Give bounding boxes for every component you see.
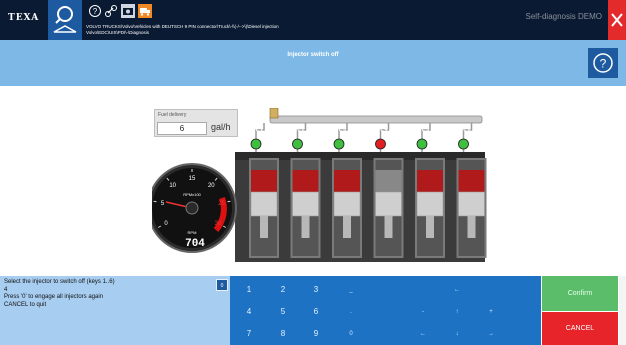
piston: [458, 191, 485, 217]
combustion-chamber: [251, 170, 277, 192]
close-icon: [611, 13, 623, 27]
fuel-delivery-value: 6: [157, 122, 207, 135]
help-button-large[interactable]: ?: [588, 48, 618, 78]
fuel-delivery-panel: Fuel delivery 6 gal/h: [154, 109, 238, 137]
injector-status-led: [458, 138, 469, 150]
piston: [250, 191, 278, 217]
connecting-rod: [426, 216, 434, 238]
link-button[interactable]: [104, 4, 118, 18]
keypad-key[interactable]: 7: [234, 326, 264, 342]
cylinder-label: CYL 4: [373, 127, 388, 133]
cylinder-label: CYL 1: [248, 127, 264, 133]
home-icon: [53, 6, 77, 33]
keypad-key[interactable]: ←: [408, 326, 438, 342]
piston: [416, 191, 444, 217]
keypad-key[interactable]: 5: [268, 304, 298, 320]
keypad-key[interactable]: 2: [268, 282, 298, 298]
gauge-unit-label: RPMx100: [183, 192, 201, 197]
gauge-tick-label: 10: [169, 183, 176, 189]
combustion-chamber: [458, 170, 485, 192]
top-bar: TEXA ? VOLVO TRUCKS\Volvo\Vehicles with …: [0, 0, 626, 40]
connecting-rod: [467, 216, 476, 238]
input-badge: 0: [216, 279, 228, 291]
link-icon: [105, 5, 117, 17]
piston: [333, 191, 361, 217]
fuel-delivery-label: Fuel delivery: [158, 112, 187, 118]
gauge-tick: [153, 200, 157, 203]
keypad-key[interactable]: 0: [336, 326, 366, 342]
breadcrumb: VOLVO TRUCKS\Volvo\Vehicles with DEUTSCH…: [86, 24, 506, 38]
fuel-inlet: [269, 108, 279, 119]
message-line-2: 4: [4, 286, 8, 293]
camera-button[interactable]: [121, 4, 135, 18]
keypad: 1 2 3 _ ← 4 5 6. - ↑ +7 8 9 0 ← ↓ →: [230, 276, 541, 345]
help-circle-icon: ?: [593, 53, 613, 73]
keypad-key[interactable]: _: [336, 282, 366, 298]
combustion-chamber: [292, 170, 319, 192]
keypad-key[interactable]: 1: [234, 282, 264, 298]
connecting-rod: [384, 216, 393, 238]
keypad-key[interactable]: 8: [268, 326, 298, 342]
cancel-button[interactable]: CANCEL: [542, 312, 618, 345]
combustion-chamber: [334, 170, 360, 192]
cylinder-label: CYL 6: [456, 127, 471, 133]
message-line-4: CANCEL to quit: [4, 301, 47, 308]
cylinder-label: CYL 5: [414, 127, 430, 133]
keypad-key[interactable]: →: [476, 326, 506, 342]
piston: [292, 191, 319, 217]
connecting-rod: [260, 216, 268, 238]
truck-icon: [140, 8, 150, 16]
gauge-tick-label: 30: [215, 221, 222, 227]
gauge-tick-label: 20: [208, 183, 215, 189]
page-title: Injector switch off: [287, 52, 339, 58]
injector-status-led: [375, 138, 386, 150]
connecting-rod: [301, 216, 310, 238]
rpm-value: 704: [185, 238, 205, 250]
injector-status-led: [250, 138, 262, 150]
injector-status-led: [416, 138, 428, 150]
keypad-key[interactable]: 3: [301, 282, 331, 298]
keypad-key[interactable]: 4: [234, 304, 264, 320]
gauge-tick-label: 25: [218, 201, 225, 207]
injector-status-led: [333, 138, 345, 150]
fuel-delivery-unit: gal/h: [211, 122, 231, 132]
gauge-tick: [227, 200, 231, 203]
keypad-key[interactable]: .: [336, 304, 366, 320]
keypad-key[interactable]: +: [476, 304, 506, 320]
help-icon: ?: [89, 5, 101, 17]
demo-label: Self-diagnosis DEMO: [525, 12, 602, 21]
keypad-key[interactable]: -: [408, 304, 438, 320]
cylinder-label: CYL 2: [290, 127, 305, 133]
message-line-3: Press '0' to engage all injectors again: [4, 294, 104, 300]
keypad-key[interactable]: ↓: [442, 326, 472, 342]
fuel-rail: [269, 115, 483, 124]
keypad-key[interactable]: 6: [301, 304, 331, 320]
close-button[interactable]: [608, 0, 626, 40]
combustion-chamber: [417, 170, 443, 192]
breadcrumb-line-2: Volvo\EDC\UIS\PDI\-\Diagnosis: [86, 30, 150, 35]
title-bar: Injector switch off: [0, 40, 626, 86]
gauge-tick-label: 15: [189, 176, 196, 182]
camera-icon: [123, 8, 133, 15]
scrollbar[interactable]: [619, 276, 626, 345]
keypad-key[interactable]: ←: [442, 282, 472, 298]
keypad-key[interactable]: 9: [301, 326, 331, 342]
combustion-chamber: [375, 170, 402, 192]
svg-text:?: ?: [93, 7, 98, 16]
home-button[interactable]: [48, 0, 82, 40]
piston: [375, 191, 402, 217]
confirm-button[interactable]: Confirm: [542, 276, 618, 311]
message-panel: Select the injector to switch off (keys …: [0, 276, 230, 345]
cylinder-label: CYL 3: [331, 127, 347, 133]
help-button[interactable]: ?: [88, 4, 102, 18]
message-line-1: Select the injector to switch off (keys …: [4, 279, 115, 285]
brand-logo: TEXA: [8, 13, 40, 23]
connecting-rod: [343, 216, 351, 238]
help-label: ?: [600, 57, 607, 71]
keypad-key[interactable]: ↑: [442, 304, 472, 320]
injector-status-led: [292, 138, 303, 150]
gauge-rpm-label: RPM: [188, 230, 197, 235]
truck-button[interactable]: [138, 4, 152, 18]
